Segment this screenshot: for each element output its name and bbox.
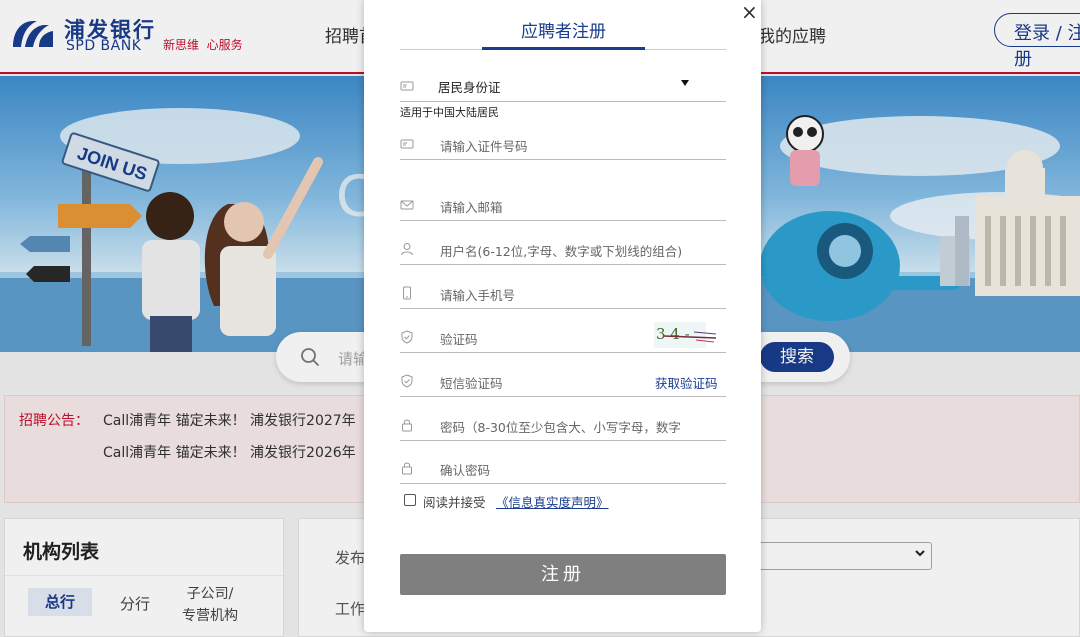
declaration-link[interactable]: 《信息真实度声明》 (496, 492, 609, 511)
close-icon[interactable]: × (741, 0, 758, 24)
register-button[interactable]: 注册 (400, 554, 726, 595)
register-modal: × 应聘者注册 居民身份证 适用于中国大陆居民 请输入证件号码 请输入邮箱 用户… (364, 0, 761, 632)
email-placeholder: 请输入邮箱 (440, 200, 503, 215)
id-number-field[interactable]: 请输入证件号码 (400, 132, 726, 160)
modal-title: 应聘者注册 (521, 22, 606, 42)
agree-label: 阅读并接受 (423, 495, 486, 510)
sms-code-placeholder: 短信验证码 (440, 376, 503, 391)
agree-checkbox[interactable] (404, 494, 416, 506)
lock-icon (402, 462, 412, 475)
user-icon (401, 243, 413, 256)
captcha-field[interactable]: 验证码 3 4 - (400, 322, 726, 353)
captcha-placeholder: 验证码 (440, 332, 478, 347)
get-sms-code-link[interactable]: 获取验证码 (655, 373, 718, 392)
username-placeholder: 用户名(6-12位,字母、数字或下划线的组合) (440, 244, 683, 259)
id-type-select[interactable]: 居民身份证 (400, 74, 726, 102)
confirm-password-placeholder: 确认密码 (440, 463, 491, 478)
id-type-value: 居民身份证 (438, 80, 501, 95)
phone-icon (403, 286, 411, 300)
password-field[interactable]: 密码（8-30位至少包含大、小写字母，数字 (400, 413, 726, 441)
sms-code-field[interactable]: 短信验证码 获取验证码 (400, 369, 726, 397)
id-number-placeholder: 请输入证件号码 (440, 139, 528, 154)
username-field[interactable]: 用户名(6-12位,字母、数字或下划线的组合) (400, 237, 726, 265)
id-type-hint: 适用于中国大陆居民 (400, 106, 499, 119)
id-card-icon (400, 139, 414, 149)
svg-text:3 4 -: 3 4 - (656, 325, 690, 343)
password-placeholder: 密码（8-30位至少包含大、小写字母，数字 (440, 420, 681, 435)
lock-icon (402, 419, 412, 432)
email-field[interactable]: 请输入邮箱 (400, 193, 726, 221)
captcha-image[interactable]: 3 4 - (654, 322, 718, 348)
shield-icon (401, 374, 413, 388)
confirm-password-field[interactable]: 确认密码 (400, 456, 726, 484)
phone-field[interactable]: 请输入手机号 (400, 281, 726, 309)
id-card-icon (400, 81, 414, 91)
dropdown-arrow-icon (681, 80, 689, 86)
phone-placeholder: 请输入手机号 (440, 288, 516, 303)
shield-icon (401, 330, 413, 344)
mail-icon (400, 200, 414, 210)
title-underline (482, 47, 645, 50)
